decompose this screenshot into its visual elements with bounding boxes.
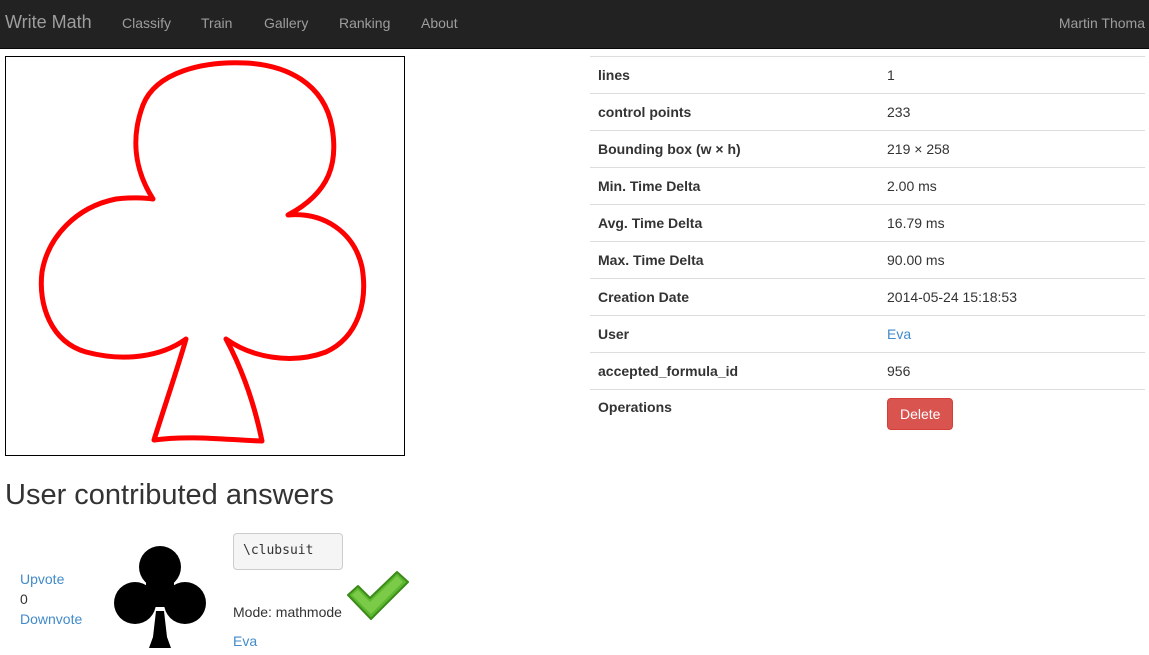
- info-label: User: [590, 315, 879, 353]
- checkmark-icon[interactable]: [345, 570, 411, 625]
- info-row-operations: Operations Delete: [590, 389, 1145, 451]
- info-label: Creation Date: [590, 278, 879, 316]
- info-label: lines: [590, 56, 879, 94]
- info-row-min-time-delta: Min. Time Delta 2.00 ms: [590, 167, 1145, 205]
- info-value: Eva: [879, 315, 1145, 353]
- info-value: 2.00 ms: [879, 167, 1145, 205]
- info-label: control points: [590, 93, 879, 131]
- answer-user-link[interactable]: Eva: [233, 633, 257, 649]
- info-value: Delete: [879, 389, 1145, 451]
- info-value: 90.00 ms: [879, 241, 1145, 279]
- info-label: Bounding box (w × h): [590, 130, 879, 168]
- info-label: Max. Time Delta: [590, 241, 879, 279]
- current-user-link[interactable]: Martin Thoma: [1059, 15, 1145, 31]
- delete-button[interactable]: Delete: [887, 398, 954, 430]
- info-row-user: User Eva: [590, 315, 1145, 353]
- brand-link[interactable]: Write Math: [5, 12, 92, 33]
- downvote-link[interactable]: Downvote: [20, 609, 82, 629]
- info-row-bounding-box: Bounding box (w × h) 219 × 258: [590, 130, 1145, 168]
- info-label: accepted_formula_id: [590, 352, 879, 390]
- nav-train[interactable]: Train: [201, 15, 232, 31]
- nav-about[interactable]: About: [421, 15, 458, 31]
- info-row-max-time-delta: Max. Time Delta 90.00 ms: [590, 241, 1145, 279]
- info-value: 2014-05-24 15:18:53: [879, 278, 1145, 316]
- nav-classify[interactable]: Classify: [122, 15, 171, 31]
- info-value: 219 × 258: [879, 130, 1145, 168]
- info-label: Avg. Time Delta: [590, 204, 879, 242]
- info-label: Min. Time Delta: [590, 167, 879, 205]
- info-row-lines: lines 1: [590, 56, 1145, 94]
- info-value: 16.79 ms: [879, 204, 1145, 242]
- info-value: 956: [879, 352, 1145, 390]
- mode-text: Mode: mathmode: [233, 604, 342, 620]
- nav-ranking[interactable]: Ranking: [339, 15, 390, 31]
- navbar: Write Math Classify Train Gallery Rankin…: [0, 0, 1149, 49]
- answers-heading: User contributed answers: [5, 479, 334, 511]
- club-symbol-icon: [110, 541, 210, 654]
- latex-code-box: \clubsuit: [233, 533, 343, 570]
- vote-controls: Upvote 0 Downvote: [20, 569, 82, 629]
- nav-gallery[interactable]: Gallery: [264, 15, 308, 31]
- info-value: 1: [879, 56, 1145, 94]
- info-label: Operations: [590, 389, 879, 451]
- vote-score: 0: [20, 591, 28, 607]
- info-row-creation-date: Creation Date 2014-05-24 15:18:53: [590, 278, 1145, 316]
- recording-info-table: lines 1 control points 233 Bounding box (w…: [590, 56, 1145, 451]
- upvote-link[interactable]: Upvote: [20, 569, 82, 589]
- info-row-avg-time-delta: Avg. Time Delta 16.79 ms: [590, 204, 1145, 242]
- info-value: 233: [879, 93, 1145, 131]
- info-row-control-points: control points 233: [590, 93, 1145, 131]
- club-drawing-icon: [38, 60, 367, 444]
- drawing-canvas: [5, 56, 405, 456]
- user-link[interactable]: Eva: [887, 326, 911, 342]
- info-row-accepted-formula-id: accepted_formula_id 956: [590, 352, 1145, 390]
